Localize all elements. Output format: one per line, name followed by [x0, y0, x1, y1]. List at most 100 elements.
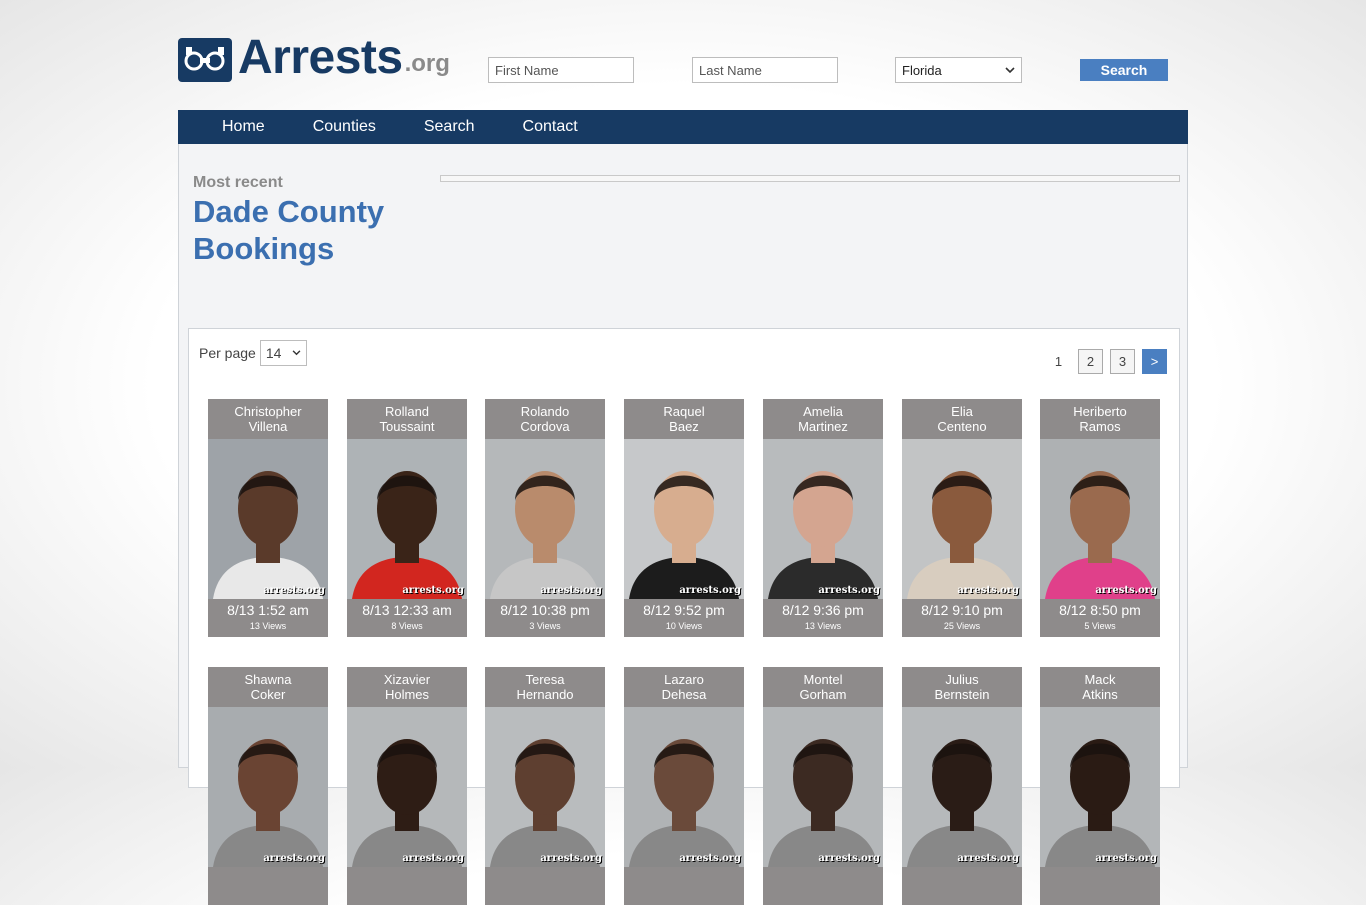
booking-card[interactable]: Amelia Martinez arrests.org 8/12 9:36 pm 13 … — [763, 399, 883, 637]
per-page-select[interactable]: 14 — [259, 340, 307, 366]
first-name-input[interactable] — [488, 57, 634, 83]
page-3-link[interactable]: 3 — [1110, 349, 1135, 374]
booking-first-name: Mack — [1084, 672, 1116, 687]
mugshot-silhouette — [490, 739, 600, 867]
booking-card[interactable]: Rolando Cordova arrests.org 8/12 10:38 pm 3 … — [485, 399, 605, 637]
mugshot-photo[interactable]: arrests.org — [763, 707, 883, 867]
nav-home[interactable]: Home — [222, 118, 265, 136]
booking-first-name: Christopher — [234, 404, 302, 419]
mugshot-silhouette — [768, 471, 878, 599]
booking-card[interactable]: Lazaro Dehesa arrests.org — [624, 667, 744, 905]
booking-views: 13 Views — [249, 621, 287, 631]
mugshot-photo[interactable]: arrests.org — [347, 707, 467, 867]
booking-name[interactable]: Raquel Baez — [624, 399, 744, 439]
booking-last-name: Dehesa — [661, 687, 707, 702]
watermark-text: arrests.org — [818, 585, 880, 596]
mugshot-photo[interactable]: arrests.org — [208, 439, 328, 599]
mugshot-photo[interactable]: arrests.org — [347, 439, 467, 599]
booking-time: 8/12 9:52 pm — [643, 602, 725, 618]
booking-first-name: Elia — [951, 404, 973, 419]
booking-card[interactable]: Elia Centeno arrests.org 8/12 9:10 pm 25 Vie… — [902, 399, 1022, 637]
watermark-text: arrests.org — [679, 585, 741, 596]
mugshot-photo[interactable]: arrests.org — [1040, 707, 1160, 867]
mugshot-silhouette — [213, 739, 323, 867]
mugshot-silhouette — [629, 471, 739, 599]
booking-time: 8/13 12:33 am — [362, 602, 452, 618]
mugshot-photo[interactable]: arrests.org — [208, 707, 328, 867]
booking-name[interactable]: Amelia Martinez — [763, 399, 883, 439]
booking-last-name: Villena — [248, 419, 288, 434]
mugshot-photo[interactable]: arrests.org — [485, 439, 605, 599]
booking-first-name: Montel — [803, 672, 843, 687]
booking-first-name: Lazaro — [664, 672, 704, 687]
booking-first-name: Julius — [945, 672, 979, 687]
booking-first-name: Rolland — [384, 404, 430, 419]
watermark-text: arrests.org — [1095, 585, 1157, 596]
handcuffs-logo-icon — [178, 38, 232, 82]
nav-counties[interactable]: Counties — [313, 118, 376, 136]
mugshot-photo[interactable]: arrests.org — [624, 439, 744, 599]
booking-first-name: Shawna — [244, 672, 292, 687]
watermark-text: arrests.org — [263, 853, 325, 864]
booking-card[interactable]: Julius Bernstein arrests.org — [902, 667, 1022, 905]
booking-name[interactable]: Lazaro Dehesa — [624, 667, 744, 707]
booking-time: 8/12 9:10 pm — [921, 602, 1003, 618]
booking-name[interactable]: Teresa Hernando — [485, 667, 605, 707]
site-header: Arrests .org Florida Search — [178, 0, 1188, 110]
mugshot-silhouette — [1045, 471, 1155, 599]
booking-time: 8/13 1:52 am — [227, 602, 309, 618]
booking-card[interactable]: Mack Atkins arrests.org — [1040, 667, 1160, 905]
booking-card[interactable]: Shawna Coker arrests.org — [208, 667, 328, 905]
booking-card[interactable]: Raquel Baez arrests.org 8/12 9:52 pm 10 View… — [624, 399, 744, 637]
mugshot-silhouette — [490, 471, 600, 599]
booking-last-name: Bernstein — [934, 687, 990, 702]
booking-last-name: Atkins — [1082, 687, 1118, 702]
booking-name[interactable]: Elia Centeno — [902, 399, 1022, 439]
booking-name[interactable]: Mack Atkins — [1040, 667, 1160, 707]
booking-time: 8/12 8:50 pm — [1059, 602, 1141, 618]
mugshot-photo[interactable]: arrests.org — [485, 707, 605, 867]
page-2-link[interactable]: 2 — [1078, 349, 1103, 374]
booking-name[interactable]: Shawna Coker — [208, 667, 328, 707]
site-logo[interactable]: Arrests .org — [178, 34, 450, 82]
booking-card[interactable]: Teresa Hernando arrests.org — [485, 667, 605, 905]
booking-name[interactable]: Rolando Cordova — [485, 399, 605, 439]
booking-card[interactable]: Rolland Toussaint arrests.org 8/13 12:33 am… — [347, 399, 467, 637]
mugshot-silhouette — [768, 739, 878, 867]
watermark-text: arrests.org — [402, 853, 464, 864]
content-panel: Most recent Dade County Bookings Per pag… — [178, 144, 1188, 905]
booking-card[interactable]: Christopher Villena arrests.org 8/13 1:52 a… — [208, 399, 328, 637]
booking-card[interactable]: Heriberto Ramos arrests.org 8/12 8:50 pm 5 V… — [1040, 399, 1160, 637]
booking-name[interactable]: Heriberto Ramos — [1040, 399, 1160, 439]
booking-name[interactable]: Xizavier Holmes — [347, 667, 467, 707]
nav-contact[interactable]: Contact — [523, 118, 578, 136]
booking-first-name: Heriberto — [1073, 404, 1127, 419]
booking-time: 8/12 10:38 pm — [500, 602, 590, 618]
watermark-text: arrests.org — [263, 585, 325, 596]
mugshot-photo[interactable]: arrests.org — [902, 439, 1022, 599]
booking-name[interactable]: Rolland Toussaint — [347, 399, 467, 439]
booking-card[interactable]: Montel Gorham arrests.org — [763, 667, 883, 905]
logo-extension: .org — [404, 50, 450, 77]
mugshot-photo[interactable]: arrests.org — [902, 707, 1022, 867]
watermark-text: arrests.org — [1095, 853, 1157, 864]
state-select[interactable]: Florida — [895, 57, 1022, 83]
next-page-button[interactable]: > — [1142, 349, 1167, 374]
booking-last-name: Cordova — [520, 419, 570, 434]
mugshot-photo[interactable]: arrests.org — [763, 439, 883, 599]
booking-card[interactable]: Xizavier Holmes arrests.org — [347, 667, 467, 905]
mugshot-photo[interactable]: arrests.org — [1040, 439, 1160, 599]
booking-name[interactable]: Christopher Villena — [208, 399, 328, 439]
booking-name[interactable]: Montel Gorham — [763, 667, 883, 707]
watermark-text: arrests.org — [540, 585, 602, 596]
booking-views: 8 Views — [391, 621, 423, 631]
booking-last-name: Coker — [250, 687, 286, 702]
booking-last-name: Centeno — [937, 419, 987, 434]
nav-search[interactable]: Search — [424, 118, 475, 136]
last-name-input[interactable] — [692, 57, 838, 83]
booking-last-name: Baez — [669, 419, 699, 434]
mugshot-photo[interactable]: arrests.org — [624, 707, 744, 867]
watermark-text: arrests.org — [957, 853, 1019, 864]
booking-name[interactable]: Julius Bernstein — [902, 667, 1022, 707]
search-button[interactable]: Search — [1080, 59, 1168, 81]
